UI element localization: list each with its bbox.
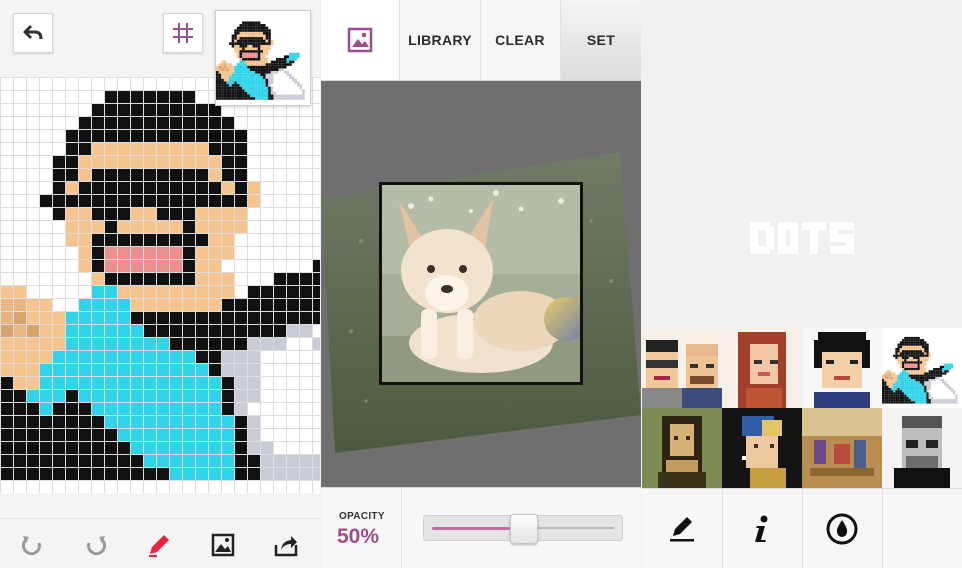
info-icon (755, 515, 768, 542)
gallery-panel (642, 0, 962, 568)
share-icon (274, 536, 298, 557)
opacity-value: 50% (337, 525, 380, 548)
tab-image[interactable] (321, 0, 400, 80)
slider-rest (536, 527, 614, 529)
undo-button[interactable] (14, 527, 50, 563)
opacity-slider[interactable] (423, 514, 623, 544)
pixel-canvas[interactable] (0, 77, 320, 493)
undo-icon (22, 536, 41, 556)
tab-set[interactable]: SET (561, 0, 641, 80)
gallery-grid (642, 328, 962, 488)
gallery-item-gleaners[interactable] (802, 408, 882, 488)
opacity-bar: OPACITY 50% (321, 487, 641, 568)
color-button[interactable] (802, 489, 883, 568)
share-button[interactable] (268, 527, 304, 563)
gallery-item-pearl-earring[interactable] (722, 408, 802, 488)
pencil-icon (149, 535, 169, 557)
tab-library[interactable]: LIBRARY (400, 0, 481, 80)
edit-button[interactable] (642, 489, 723, 568)
image-icon (347, 27, 373, 53)
tab-clear[interactable]: CLEAR (480, 0, 561, 80)
pencil-icon (670, 517, 694, 542)
gallery-item-steve-jobs[interactable] (882, 408, 962, 488)
back-arrow-icon (23, 24, 43, 40)
ink-drop-icon (826, 513, 858, 545)
editor-bottom-toolbar (0, 518, 320, 568)
back-button[interactable] (13, 13, 53, 53)
slider-handle[interactable] (510, 514, 538, 544)
grid-toggle-button[interactable] (163, 13, 203, 53)
redo-button[interactable] (78, 527, 114, 563)
grid-icon (173, 23, 193, 43)
image-import-panel: LIBRARY CLEAR SET OPACITY 50% (321, 0, 641, 568)
image-icon (211, 533, 235, 557)
gallery-item-two-men[interactable] (642, 328, 722, 408)
empty-slot (882, 489, 962, 568)
gallery-item-bowl-cut[interactable] (802, 328, 882, 408)
sprite-preview-thumbnail[interactable] (215, 10, 311, 106)
pencil-tool-button[interactable] (141, 527, 177, 563)
gallery-item-mona-lisa[interactable] (642, 408, 722, 488)
gallery-item-red-hair[interactable] (722, 328, 802, 408)
info-button[interactable] (722, 489, 803, 568)
photo-workspace[interactable] (321, 81, 641, 487)
pixel-editor-panel (0, 0, 320, 568)
gallery-item-psy[interactable] (882, 328, 962, 408)
image-tool-button[interactable] (205, 527, 241, 563)
gallery-actions-bar (642, 488, 962, 568)
import-toolbar: LIBRARY CLEAR SET (321, 0, 641, 81)
opacity-label: OPACITY (339, 511, 385, 522)
redo-icon (87, 536, 106, 556)
divider (401, 488, 402, 568)
dots-logo (750, 218, 854, 263)
slider-fill (432, 527, 510, 530)
